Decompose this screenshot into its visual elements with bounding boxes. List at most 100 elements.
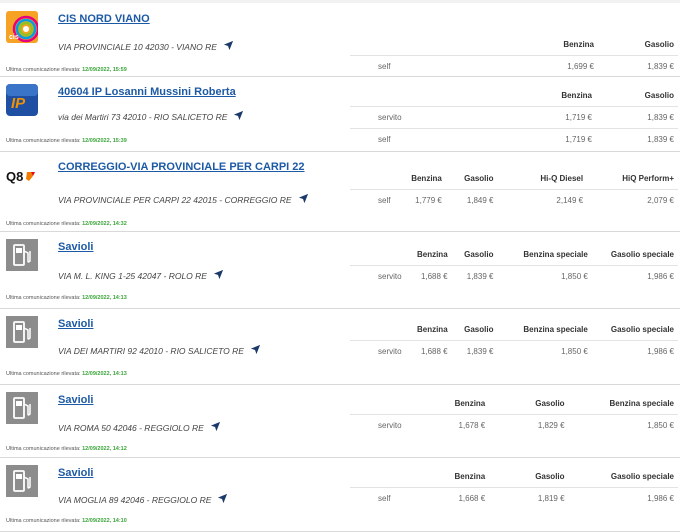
fuel-price: 1,719 € bbox=[473, 106, 596, 129]
fuel-type-header: Benzina bbox=[416, 249, 448, 259]
address-text: VIA ROMA 50 42046 - REGGIOLO RE bbox=[58, 423, 204, 433]
price-row: self 1,668 €1,819 €1,986 € bbox=[350, 487, 678, 509]
price-header-row: Benzina Gasolio Gasolio speciale bbox=[350, 465, 678, 488]
q8-logo: Q8 bbox=[6, 159, 38, 191]
last-communication: Ultima comunicazione rilevata: 12/09/202… bbox=[6, 221, 127, 227]
fuel-price: 1,699 € bbox=[398, 55, 598, 77]
station-name-link[interactable]: 40604 IP Losanni Mussini Roberta bbox=[58, 86, 236, 98]
station-name-link[interactable]: Savioli bbox=[58, 318, 93, 330]
cis-logo: cis bbox=[6, 11, 40, 43]
fuel-type-header: Gasolio bbox=[464, 249, 494, 259]
price-row: self 1,779 €1,849 €2,149 €2,079 € bbox=[350, 189, 678, 211]
navigate-arrow-icon[interactable] bbox=[250, 344, 261, 357]
fuel-type-header: Benzina bbox=[454, 398, 486, 408]
fuel-type-header: Benzina bbox=[411, 173, 442, 183]
station-card: Q8 CORREGGIO-VIA PROVINCIALE PER CARPI 22… bbox=[0, 151, 680, 232]
last-communication-label: Ultima comunicazione rilevata: bbox=[6, 371, 81, 377]
last-communication: Ultima comunicazione rilevata: 12/09/202… bbox=[6, 446, 127, 452]
last-communication-label: Ultima comunicazione rilevata: bbox=[6, 67, 81, 73]
station-name-link[interactable]: Savioli bbox=[58, 467, 93, 479]
price-row: servito 1,688 €1,839 €1,850 €1,986 € bbox=[350, 340, 678, 362]
last-communication-time: 12/09/2022, 14:12 bbox=[82, 446, 127, 452]
price-header-row: Benzina Gasolio Benzina speciale Gasolio sp… bbox=[350, 243, 678, 266]
fuel-type-header: Benzina bbox=[563, 39, 594, 49]
fuel-pump-logo bbox=[6, 239, 38, 271]
fuel-pump-logo bbox=[6, 465, 38, 497]
price-table: Benzina Gasolio Hi-Q Diesel HiQ Perform+ sel… bbox=[350, 167, 678, 211]
price-row: self 1,719 €1,839 € bbox=[350, 128, 678, 150]
ip-logo: IP bbox=[6, 84, 38, 116]
mode-header bbox=[350, 243, 406, 266]
price-header-row: Benzina Gasolio bbox=[350, 33, 678, 56]
last-communication-label: Ultima comunicazione rilevata: bbox=[6, 446, 81, 452]
fuel-price: 1,850 € bbox=[568, 414, 678, 436]
mode-header bbox=[350, 318, 406, 341]
station-card: Savioli VIA M. L. KING 1-25 42047 - ROLO … bbox=[0, 231, 680, 309]
price-row: servito 1,688 €1,839 €1,850 €1,986 € bbox=[350, 265, 678, 287]
last-communication-label: Ultima comunicazione rilevata: bbox=[6, 138, 81, 144]
fuel-type-header: Hi-Q Diesel bbox=[540, 173, 584, 183]
last-communication-label: Ultima comunicazione rilevata: bbox=[6, 295, 81, 301]
price-header-row: Benzina Gasolio Benzina speciale bbox=[350, 392, 678, 415]
station-card: Savioli VIA MOGLIA 89 42046 - REGGIOLO RE… bbox=[0, 457, 680, 532]
fuel-type-header: Gasolio bbox=[464, 173, 494, 183]
fuel-price: 1,849 € bbox=[445, 189, 498, 211]
fuel-price: 1,986 € bbox=[568, 487, 678, 509]
navigate-arrow-icon[interactable] bbox=[223, 40, 234, 53]
station-address: VIA MOGLIA 89 42046 - REGGIOLO RE bbox=[58, 493, 228, 506]
fuel-price: 2,149 € bbox=[497, 189, 588, 211]
last-communication-time: 12/09/2022, 15:39 bbox=[82, 138, 127, 144]
fuel-type-header: Gasolio bbox=[644, 90, 674, 100]
address-text: VIA PROVINCIALE PER CARPI 22 42015 - COR… bbox=[58, 195, 292, 205]
price-row: self 1,699 €1,839 € bbox=[350, 55, 678, 77]
fuel-type-header: Gasolio bbox=[535, 398, 565, 408]
station-card: Savioli VIA ROMA 50 42046 - REGGIOLO RE Ul… bbox=[0, 384, 680, 458]
fuel-price: 1,819 € bbox=[489, 487, 569, 509]
fuel-type-header: Benzina bbox=[416, 324, 448, 334]
fuel-type-header: Gasolio speciale bbox=[610, 324, 674, 334]
last-communication-time: 12/09/2022, 14:10 bbox=[82, 518, 127, 524]
mode-header bbox=[350, 33, 398, 56]
station-name-link[interactable]: CIS NORD VIANO bbox=[58, 13, 150, 25]
navigate-arrow-icon[interactable] bbox=[217, 493, 228, 506]
station-name-link[interactable]: CORREGGIO-VIA PROVINCIALE PER CARPI 22 bbox=[58, 161, 305, 173]
fuel-price: 2,079 € bbox=[587, 189, 678, 211]
fuel-type-header: Gasolio bbox=[535, 471, 565, 481]
fuel-type-header: Benzina speciale bbox=[523, 249, 588, 259]
fuel-type-header: Benzina speciale bbox=[609, 398, 674, 408]
fuel-price: 1,850 € bbox=[497, 265, 592, 287]
station-name-link[interactable]: Savioli bbox=[58, 394, 93, 406]
last-communication-label: Ultima comunicazione rilevata: bbox=[6, 221, 81, 227]
address-text: VIA DEI MARTIRI 92 42010 - RIO SALICETO … bbox=[58, 346, 244, 356]
station-address: VIA PROVINCIALE 10 42030 - VIANO RE bbox=[58, 40, 234, 53]
navigate-arrow-icon[interactable] bbox=[213, 269, 224, 282]
fuel-type-header: Gasolio speciale bbox=[610, 471, 674, 481]
fuel-price: 1,839 € bbox=[451, 265, 498, 287]
station-address: VIA M. L. KING 1-25 42047 - ROLO RE bbox=[58, 269, 224, 282]
station-address: via dei Martiri 73 42010 - RIO SALICETO … bbox=[58, 110, 244, 123]
station-card: cis CIS NORD VIANO VIA PROVINCIALE 10 4203… bbox=[0, 3, 680, 77]
fuel-type-header: Benzina speciale bbox=[523, 324, 588, 334]
fuel-type-header: Gasolio bbox=[644, 39, 674, 49]
price-table: Benzina Gasolio Benzina speciale servito 1,6… bbox=[350, 392, 678, 436]
address-text: VIA MOGLIA 89 42046 - REGGIOLO RE bbox=[58, 495, 212, 505]
address-text: VIA PROVINCIALE 10 42030 - VIANO RE bbox=[58, 42, 217, 52]
fuel-type-header: Gasolio bbox=[464, 324, 494, 334]
fuel-pump-logo bbox=[6, 392, 38, 424]
mode-header bbox=[350, 392, 410, 415]
address-text: via dei Martiri 73 42010 - RIO SALICETO … bbox=[58, 112, 228, 122]
last-communication-time: 12/09/2022, 14:32 bbox=[82, 221, 127, 227]
price-table: Benzina Gasolio Gasolio speciale self 1,668 … bbox=[350, 465, 678, 509]
station-card: Savioli VIA DEI MARTIRI 92 42010 - RIO SA… bbox=[0, 308, 680, 385]
station-name-link[interactable]: Savioli bbox=[58, 241, 93, 253]
fuel-type-header: Benzina bbox=[454, 471, 486, 481]
station-address: VIA DEI MARTIRI 92 42010 - RIO SALICETO … bbox=[58, 344, 261, 357]
price-header-row: Benzina Gasolio Benzina speciale Gasolio sp… bbox=[350, 318, 678, 341]
svg-text:Q8: Q8 bbox=[6, 169, 23, 184]
navigate-arrow-icon[interactable] bbox=[233, 110, 244, 123]
svg-text:IP: IP bbox=[11, 95, 26, 112]
service-mode: self bbox=[350, 189, 398, 211]
navigate-arrow-icon[interactable] bbox=[210, 421, 221, 434]
navigate-arrow-icon[interactable] bbox=[298, 193, 309, 206]
service-mode: servito bbox=[350, 265, 406, 287]
